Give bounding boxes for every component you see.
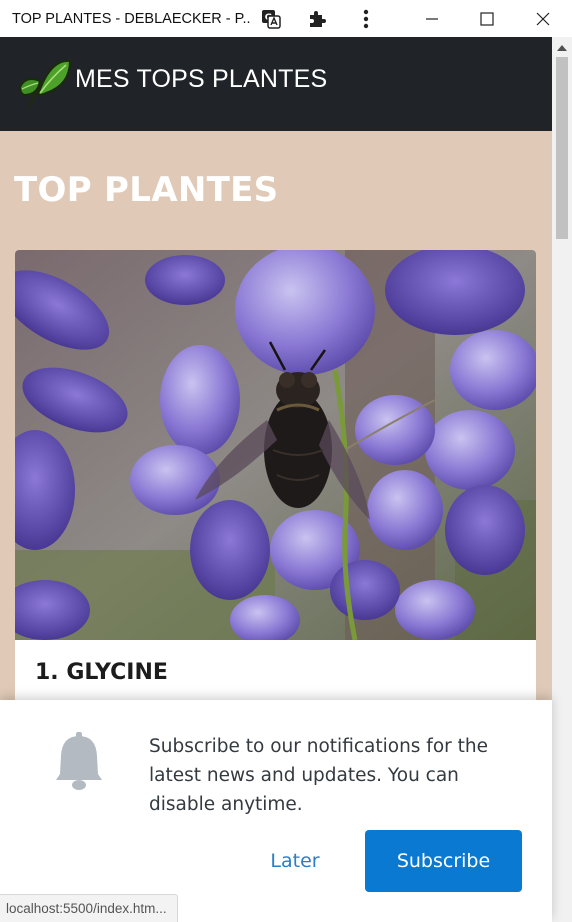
minimize-icon[interactable] xyxy=(404,0,460,37)
page-scrollbar[interactable] xyxy=(552,37,572,922)
window-titlebar: TOP PLANTES - DEBLAECKER - P... G xyxy=(0,0,572,37)
page-title: TOP PLANTES xyxy=(14,170,279,210)
close-icon[interactable] xyxy=(515,0,571,37)
leaf-logo[interactable] xyxy=(16,55,74,113)
wisteria-with-bee-photo xyxy=(15,250,536,640)
notification-message: Subscribe to our notifications for the l… xyxy=(149,736,488,815)
bell-icon xyxy=(54,732,104,792)
later-button[interactable]: Later xyxy=(240,830,350,892)
translate-icon[interactable]: G xyxy=(258,6,284,32)
status-url: localhost:5500/index.htm... xyxy=(0,894,178,922)
window-title: TOP PLANTES - DEBLAECKER - P... xyxy=(12,10,250,27)
plant-card[interactable]: 1. GLYCINE xyxy=(15,250,536,770)
notification-prompt: Subscribe to our notifications for the l… xyxy=(0,700,552,922)
card-title[interactable]: 1. GLYCINE xyxy=(35,660,168,685)
maximize-icon[interactable] xyxy=(459,0,515,37)
scroll-up-arrow-icon[interactable] xyxy=(557,45,567,51)
extensions-icon[interactable] xyxy=(304,6,330,32)
subscribe-button[interactable]: Subscribe xyxy=(365,830,522,892)
more-menu-icon[interactable] xyxy=(353,6,379,32)
navbar: MES TOPS PLANTES xyxy=(0,37,552,131)
navbar-brand[interactable]: MES TOPS PLANTES xyxy=(75,65,327,94)
scrollbar-thumb[interactable] xyxy=(556,57,568,239)
